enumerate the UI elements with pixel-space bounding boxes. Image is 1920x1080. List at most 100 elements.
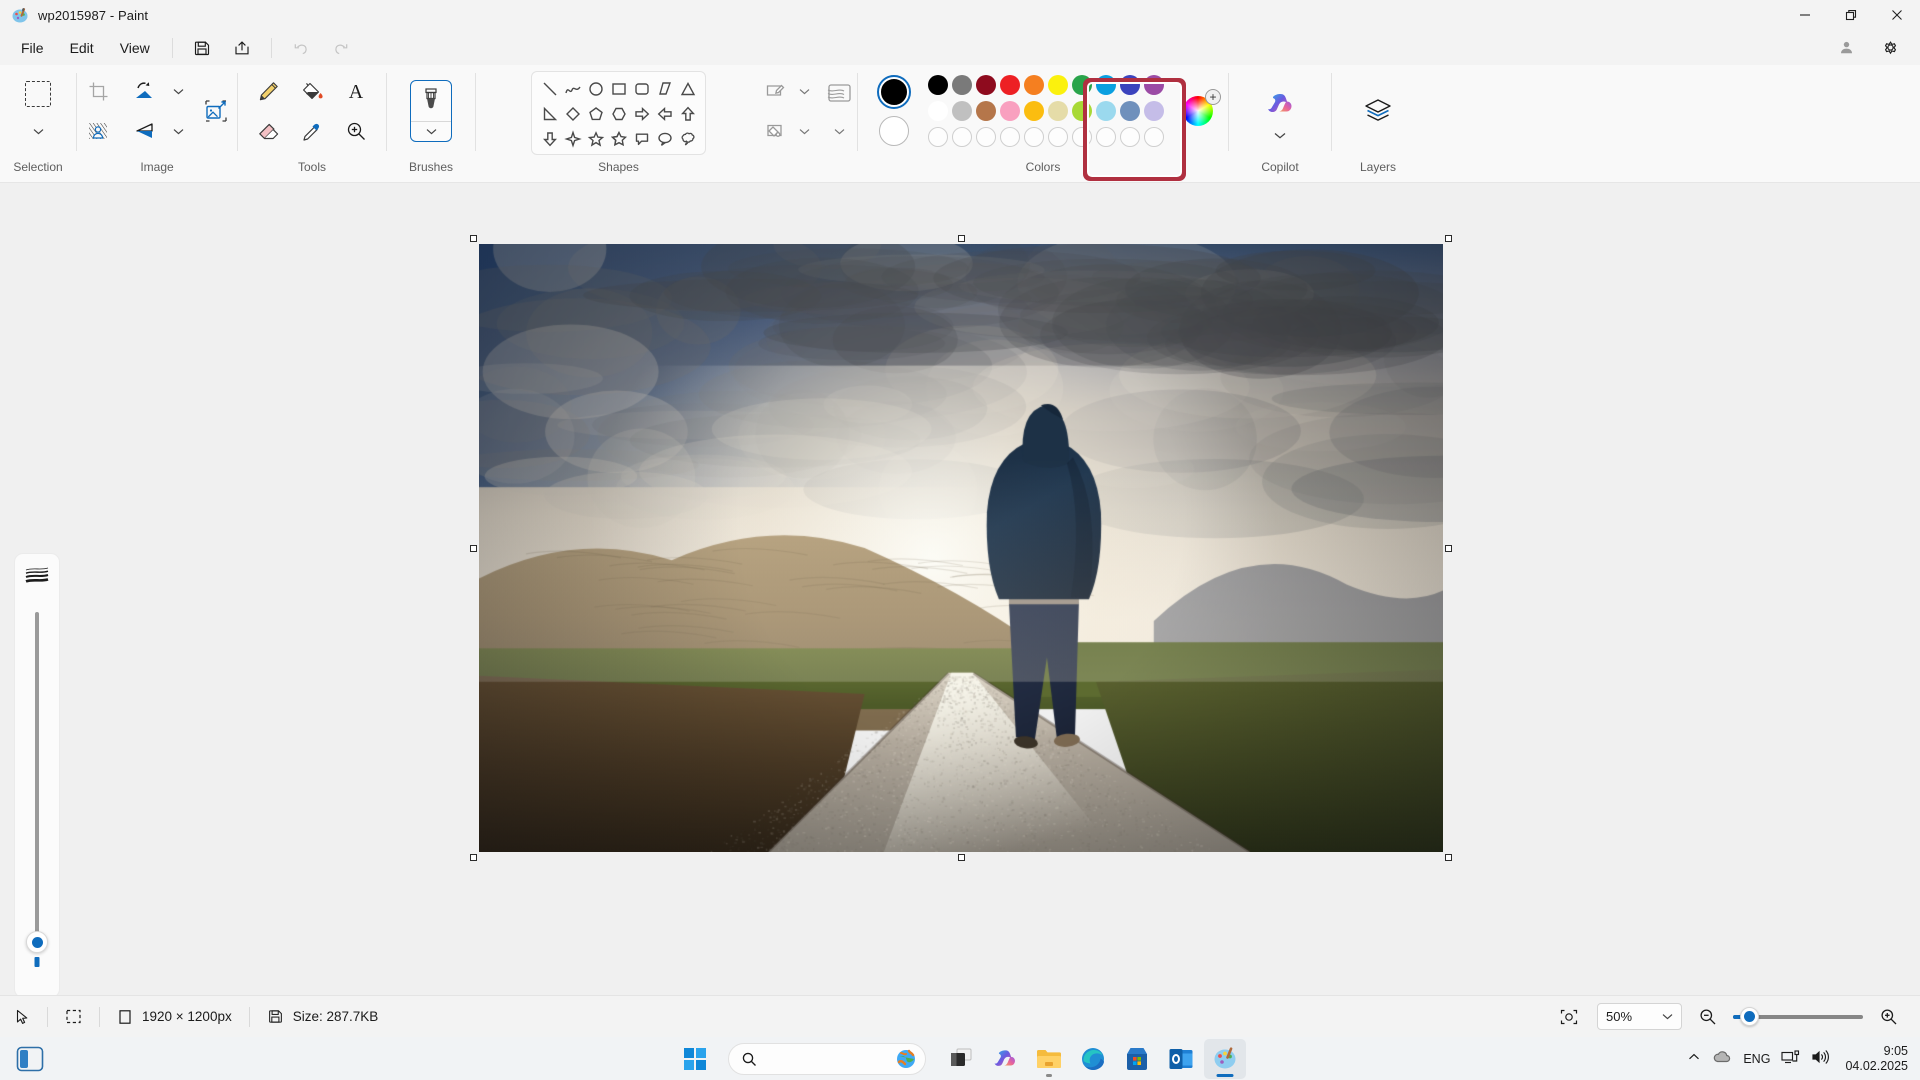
down-arrow-shape[interactable] (539, 128, 561, 150)
taskbar-paint[interactable] (1204, 1039, 1246, 1079)
color-swatch-f9a0bf[interactable] (1000, 101, 1020, 121)
menu-edit[interactable]: Edit (57, 35, 107, 61)
close-icon[interactable] (1874, 0, 1920, 30)
taskbar-edge[interactable] (1072, 1039, 1114, 1079)
color-swatch-0a9fe0[interactable] (1096, 75, 1116, 95)
brush-size-track[interactable] (35, 612, 39, 952)
taskbar-file-explorer[interactable] (1028, 1039, 1070, 1079)
color-swatch-2aa44b[interactable] (1072, 75, 1092, 95)
chevron-down-icon[interactable] (169, 74, 187, 108)
color-swatch-9b4ba5[interactable] (1144, 75, 1164, 95)
cloud-callout-shape[interactable] (677, 128, 699, 150)
curve-shape[interactable] (562, 78, 584, 100)
selection-handle-sw[interactable] (470, 854, 477, 861)
line-shape[interactable] (539, 78, 561, 100)
rectangular-selection-icon[interactable] (18, 74, 58, 114)
color-swatch-6f90bc[interactable] (1120, 101, 1140, 121)
minimize-icon[interactable] (1782, 0, 1828, 30)
color-swatch-c0c0c0[interactable] (952, 101, 972, 121)
pencil-icon[interactable] (248, 71, 288, 111)
canvas-area[interactable] (0, 183, 1920, 995)
rectangular-selection-button[interactable] (18, 74, 58, 149)
settings-gear-icon[interactable] (1873, 34, 1907, 62)
clock[interactable]: 9:05 04.02.2025 (1841, 1044, 1908, 1074)
left-arrow-shape[interactable] (654, 103, 676, 125)
network-icon[interactable] (1781, 1049, 1800, 1068)
oval-callout-shape[interactable] (654, 128, 676, 150)
shape-effects-icon[interactable] (819, 74, 859, 114)
taskbar-outlook[interactable] (1160, 1039, 1202, 1079)
fill-bucket-icon[interactable] (292, 71, 332, 111)
resize-image-icon[interactable] (193, 91, 239, 131)
color-swatch-f57f20[interactable] (1024, 75, 1044, 95)
six-point-star-shape[interactable] (608, 128, 630, 150)
selection-handle-ne[interactable] (1445, 235, 1452, 242)
primary-color-swatch[interactable] (879, 77, 909, 107)
zoom-in-icon[interactable] (1875, 996, 1902, 1038)
share-icon[interactable] (225, 34, 259, 62)
text-icon[interactable]: A (336, 71, 376, 111)
color-swatch-empty[interactable] (1120, 127, 1140, 147)
chevron-down-icon[interactable] (169, 114, 187, 148)
image-canvas[interactable] (479, 244, 1443, 852)
brushes-button[interactable] (410, 80, 452, 142)
color-swatch-e5dca8[interactable] (1048, 101, 1068, 121)
color-swatch-9bd9ee[interactable] (1096, 101, 1116, 121)
up-arrow-shape[interactable] (677, 103, 699, 125)
search-input[interactable] (766, 1051, 876, 1066)
rotate-icon[interactable] (124, 71, 164, 111)
magnifier-icon[interactable] (336, 111, 376, 151)
color-swatch-7a7a7a[interactable] (952, 75, 972, 95)
color-swatch-empty[interactable] (1072, 127, 1092, 147)
color-swatch-empty[interactable] (928, 127, 948, 147)
selection-handle-w[interactable] (470, 545, 477, 552)
background-removal-icon[interactable] (78, 111, 118, 151)
color-swatch-empty[interactable] (952, 127, 972, 147)
color-swatch-empty[interactable] (1000, 127, 1020, 147)
volume-icon[interactable] (1811, 1049, 1830, 1068)
color-swatch-c5bde8[interactable] (1144, 101, 1164, 121)
redo-icon[interactable] (324, 34, 358, 62)
layers-icon[interactable] (1358, 91, 1398, 131)
save-icon[interactable] (185, 34, 219, 62)
zoom-slider-thumb[interactable] (1740, 1007, 1759, 1026)
windows-start-icon[interactable] (674, 1039, 716, 1079)
rectangle-shape[interactable] (608, 78, 630, 100)
eraser-icon[interactable] (248, 111, 288, 151)
menu-view[interactable]: View (107, 35, 163, 61)
color-swatch-000000[interactable] (928, 75, 948, 95)
chevron-down-icon[interactable] (29, 115, 47, 149)
right-arrow-shape[interactable] (631, 103, 653, 125)
chevron-down-icon[interactable] (795, 74, 813, 108)
color-swatch-empty[interactable] (1024, 127, 1044, 147)
selection-handle-n[interactable] (958, 235, 965, 242)
color-palette[interactable]: + (873, 72, 1213, 150)
selection-handle-s[interactable] (958, 854, 965, 861)
eyedropper-icon[interactable] (292, 111, 332, 151)
pentagon-shape[interactable] (585, 103, 607, 125)
right-triangle-shape[interactable] (539, 103, 561, 125)
chevron-down-icon[interactable] (795, 114, 813, 148)
fill-icon[interactable] (756, 111, 796, 151)
color-swatch-ed2024[interactable] (1000, 75, 1020, 95)
color-swatch-empty[interactable] (976, 127, 996, 147)
language-indicator[interactable]: ENG (1743, 1052, 1770, 1066)
color-swatch-8e0b1e[interactable] (976, 75, 996, 95)
canvas-image[interactable] (479, 244, 1443, 852)
crop-icon[interactable] (78, 71, 118, 111)
outline-icon[interactable] (756, 71, 796, 111)
fit-to-window-icon[interactable] (1553, 996, 1585, 1038)
taskbar-copilot[interactable] (984, 1039, 1026, 1079)
undo-icon[interactable] (284, 34, 318, 62)
selection-handle-nw[interactable] (470, 235, 477, 242)
color-swatch-fbf10d[interactable] (1048, 75, 1068, 95)
shapes-gallery[interactable] (531, 71, 706, 155)
ribbon-group-copilot[interactable]: Copilot (1229, 65, 1331, 183)
rounded-rectangle-shape[interactable] (631, 78, 653, 100)
color-swatch-b5764a[interactable] (976, 101, 996, 121)
zoom-out-icon[interactable] (1694, 996, 1721, 1038)
taskbar-search[interactable] (728, 1043, 926, 1075)
diamond-shape[interactable] (562, 103, 584, 125)
oval-shape[interactable] (585, 78, 607, 100)
selection-handle-se[interactable] (1445, 854, 1452, 861)
